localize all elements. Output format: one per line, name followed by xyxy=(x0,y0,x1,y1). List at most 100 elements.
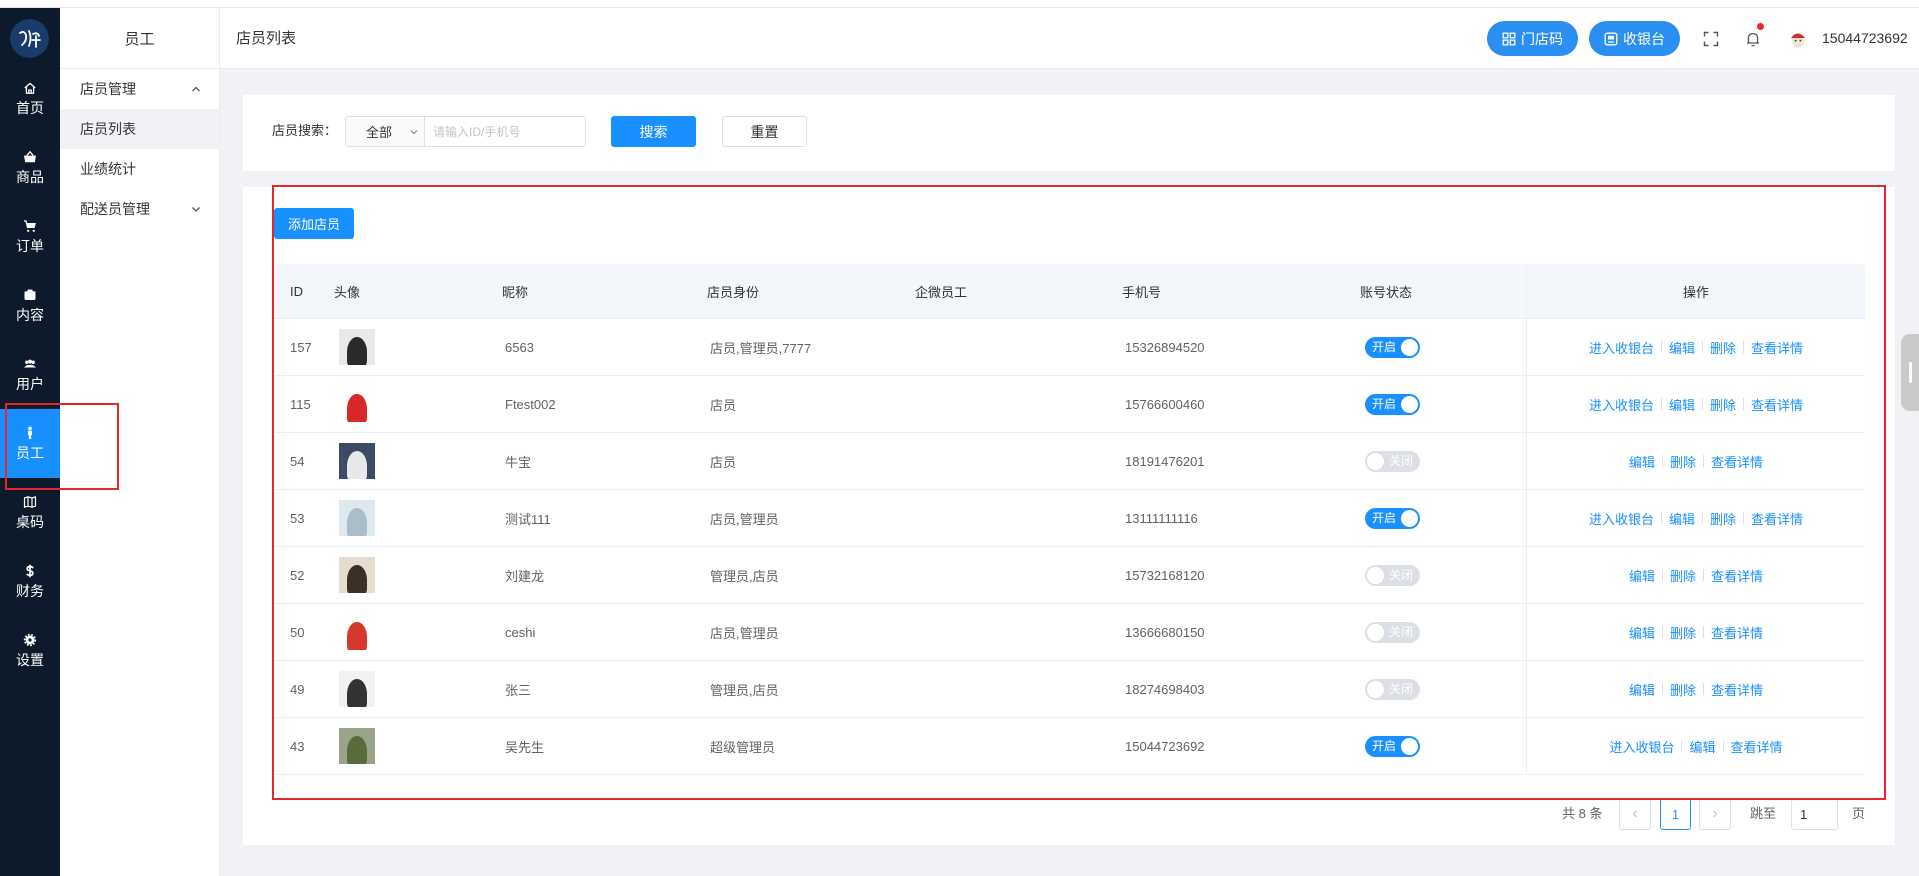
view-details-link[interactable]: 查看详情 xyxy=(1751,509,1803,528)
subnav-item-staff-management[interactable]: 店员管理 xyxy=(60,69,219,109)
delete-link[interactable]: 删除 xyxy=(1670,680,1696,699)
view-details-link[interactable]: 查看详情 xyxy=(1711,452,1763,471)
cell-role: 管理员,店员 xyxy=(710,682,779,698)
cell-status: 关闭 xyxy=(1356,661,1526,717)
switch-knob xyxy=(1401,737,1418,755)
sidebar-item-label: 订单 xyxy=(16,238,44,254)
table-row: 52 刘建龙 管理员,店员 15732168120 关闭 编辑 删除 查看详情 xyxy=(274,547,1865,604)
page-number-button[interactable]: 1 xyxy=(1660,798,1691,830)
prev-page-button[interactable] xyxy=(1619,798,1651,830)
cell-wecom xyxy=(911,604,1118,660)
status-switch[interactable]: 开启 xyxy=(1365,336,1420,358)
edit-link[interactable]: 编辑 xyxy=(1669,395,1695,414)
jump-page-input[interactable] xyxy=(1791,798,1838,830)
status-switch[interactable]: 关闭 xyxy=(1365,450,1420,472)
subnav-item-delivery-management[interactable]: 配送员管理 xyxy=(60,189,219,229)
sidebar-item-products[interactable]: 商品 xyxy=(0,133,60,202)
switch-label: 开启 xyxy=(1372,339,1397,354)
grip-icon xyxy=(1909,362,1912,383)
sidebar-item-users[interactable]: 用户 xyxy=(0,340,60,409)
page-title: 店员列表 xyxy=(236,30,297,47)
app-logo[interactable] xyxy=(10,19,49,58)
action-separator xyxy=(1703,626,1704,638)
view-details-link[interactable]: 查看详情 xyxy=(1731,737,1783,756)
sidebar-item-finance[interactable]: 财务 xyxy=(0,547,60,616)
view-details-link[interactable]: 查看详情 xyxy=(1711,623,1763,642)
chevron-right-icon xyxy=(1713,810,1718,818)
edit-link[interactable]: 编辑 xyxy=(1629,623,1655,642)
action-separator xyxy=(1661,455,1663,467)
view-details-link[interactable]: 查看详情 xyxy=(1751,338,1803,357)
enter-cashier-link[interactable]: 进入收银台 xyxy=(1609,737,1674,756)
cell-actions: 进入收银台 编辑 删除 查看详情 xyxy=(1526,319,1865,375)
enter-cashier-link[interactable]: 进入收银台 xyxy=(1589,395,1654,414)
delete-link[interactable]: 删除 xyxy=(1670,566,1696,585)
fullscreen-icon[interactable] xyxy=(1702,30,1720,48)
search-type-select[interactable]: 全部 xyxy=(345,116,425,147)
enter-cashier-link[interactable]: 进入收银台 xyxy=(1589,338,1654,357)
sidebar-item-label: 设置 xyxy=(16,652,44,668)
edit-link[interactable]: 编辑 xyxy=(1629,680,1655,699)
delete-link[interactable]: 删除 xyxy=(1670,452,1696,471)
next-page-button[interactable] xyxy=(1699,798,1731,830)
edit-link[interactable]: 编辑 xyxy=(1669,509,1695,528)
status-switch[interactable]: 开启 xyxy=(1365,507,1420,529)
cell-phone: 13111111116 xyxy=(1125,510,1198,526)
edit-link[interactable]: 编辑 xyxy=(1689,737,1715,756)
top-strip xyxy=(0,0,1919,8)
chevron-up-icon xyxy=(190,83,202,95)
cell-nickname: 刘建龙 xyxy=(505,568,545,584)
bell-icon[interactable] xyxy=(1744,30,1762,48)
username[interactable]: 15044723692 xyxy=(1822,8,1908,69)
cell-actions: 编辑 删除 查看详情 xyxy=(1526,547,1865,603)
avatar-figure xyxy=(346,507,368,536)
store-code-button[interactable]: 门店码 xyxy=(1487,21,1578,56)
add-staff-button[interactable]: 添加店员 xyxy=(274,208,354,239)
sidebar-item-staff[interactable]: 员工 xyxy=(0,409,60,478)
cell-role: 店员,管理员 xyxy=(710,511,779,527)
avatar[interactable] xyxy=(1787,28,1809,50)
cashier-button[interactable]: 收银台 xyxy=(1589,21,1680,56)
subnav-item-performance[interactable]: 业绩统计 xyxy=(60,149,219,189)
view-details-link[interactable]: 查看详情 xyxy=(1711,566,1763,585)
cell-id: 157 xyxy=(290,339,312,355)
avatar xyxy=(339,500,375,536)
delete-link[interactable]: 删除 xyxy=(1670,623,1696,642)
view-details-link[interactable]: 查看详情 xyxy=(1711,680,1763,699)
side-drawer-handle[interactable] xyxy=(1901,334,1919,411)
switch-knob xyxy=(1401,509,1418,527)
table-row: 50 ceshi 店员,管理员 13666680150 关闭 编辑 删除 查看详情 xyxy=(274,604,1865,661)
sidebar-item-orders[interactable]: 订单 xyxy=(0,202,60,271)
switch-label: 开启 xyxy=(1372,510,1397,525)
sidebar-item-home[interactable]: 首页 xyxy=(0,64,60,133)
search-input[interactable] xyxy=(425,116,586,147)
reset-button[interactable]: 重置 xyxy=(722,116,807,147)
delete-link[interactable]: 删除 xyxy=(1710,509,1736,528)
sidebar-item-table-codes[interactable]: 桌码 xyxy=(0,478,60,547)
view-details-link[interactable]: 查看详情 xyxy=(1751,395,1803,414)
status-switch[interactable]: 关闭 xyxy=(1365,621,1420,643)
switch-label: 关闭 xyxy=(1388,453,1413,468)
sidebar-item-settings[interactable]: 设置 xyxy=(0,616,60,685)
delete-link[interactable]: 删除 xyxy=(1710,395,1736,414)
enter-cashier-link[interactable]: 进入收银台 xyxy=(1589,509,1654,528)
edit-link[interactable]: 编辑 xyxy=(1669,338,1695,357)
status-switch[interactable]: 关闭 xyxy=(1365,564,1420,586)
subnav-item-staff-list[interactable]: 店员列表 xyxy=(60,109,219,149)
edit-link[interactable]: 编辑 xyxy=(1629,452,1655,471)
sidebar-item-label: 员工 xyxy=(16,445,44,461)
status-switch[interactable]: 开启 xyxy=(1365,735,1420,757)
cell-phone: 13666680150 xyxy=(1125,624,1205,640)
sidebar-item-content[interactable]: 内容 xyxy=(0,271,60,340)
cell-nickname: Ftest002 xyxy=(505,396,556,412)
avatar xyxy=(339,671,375,707)
cell-id: 50 xyxy=(290,624,305,640)
store-code-label: 门店码 xyxy=(1521,30,1563,47)
edit-link[interactable]: 编辑 xyxy=(1629,566,1655,585)
cell-status: 开启 xyxy=(1356,490,1526,546)
status-switch[interactable]: 开启 xyxy=(1365,393,1420,415)
status-switch[interactable]: 关闭 xyxy=(1365,678,1420,700)
delete-link[interactable]: 删除 xyxy=(1710,338,1736,357)
column-header-avatar: 头像 xyxy=(334,284,361,300)
search-button[interactable]: 搜索 xyxy=(611,116,696,147)
